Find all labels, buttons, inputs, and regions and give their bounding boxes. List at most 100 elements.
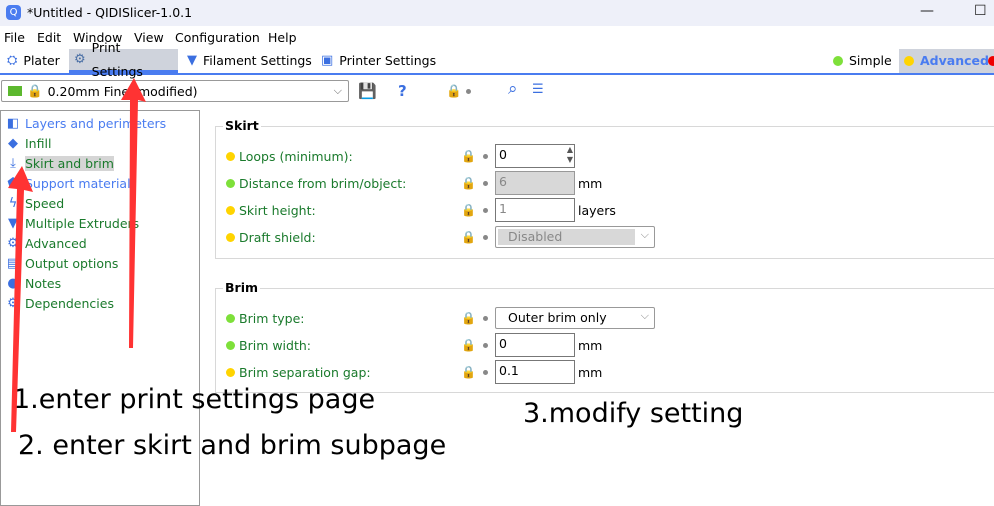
brim-width-row: Brim width: 🔒 0 mm [226, 333, 826, 357]
unit-label: layers [578, 202, 616, 218]
advanced-mode-icon [226, 151, 235, 161]
brim-width-input[interactable]: 0 [495, 333, 575, 357]
print-preset-dropdown[interactable]: 🔒 0.20mm Fine (modified) ⌵ [1, 80, 349, 102]
brim-type-row: Brim type: 🔒 Outer brim only ⌵ [226, 306, 826, 330]
sidebar-item-dependencies[interactable]: ⚙ Dependencies [6, 294, 114, 312]
chevron-down-icon: ⌵ [333, 84, 342, 97]
expert-mode-icon[interactable] [988, 56, 994, 66]
field-value: Disabled [508, 229, 563, 244]
sidebar-item-speed[interactable]: ϟ Speed [6, 194, 64, 212]
extruder-icon: ▼ [8, 215, 18, 231]
mode-label: Simple [849, 53, 892, 68]
lock-icon[interactable]: 🔒 [461, 176, 476, 190]
field-label: Brim width: [239, 337, 312, 353]
maximize-button[interactable]: ☐ [974, 3, 987, 19]
sidebar-label: Output options [25, 255, 119, 271]
chevron-down-icon: ⌵ [640, 309, 649, 322]
layers-icon: ◧ [6, 115, 20, 131]
annotation-step1: 1.enter print settings page [13, 384, 376, 415]
tab-label: Filament Settings [203, 53, 312, 68]
sidebar-label: Dependencies [25, 295, 114, 311]
menu-file[interactable]: File [4, 30, 25, 45]
help-preset-icon[interactable]: ? [398, 82, 407, 100]
sidebar-item-layers[interactable]: ◧ Layers and perimeters [6, 114, 166, 132]
draft-shield-dropdown[interactable]: Disabled ⌵ [495, 226, 655, 248]
lock-icon[interactable]: 🔒 [461, 203, 476, 217]
compare-presets-icon[interactable]: ☰ [532, 82, 544, 97]
mode-simple-button[interactable]: Simple [828, 49, 897, 73]
dot-icon[interactable] [483, 315, 488, 321]
sidebar-item-skirt-brim[interactable]: ⤓ Skirt and brim [6, 154, 114, 172]
lock-icon[interactable]: 🔒 [461, 365, 476, 379]
sidebar-label: Support material [25, 175, 131, 191]
support-icon: ⬟ [7, 175, 19, 191]
qidi-logo-icon: Q [6, 5, 21, 20]
menu-help[interactable]: Help [268, 30, 297, 45]
dot-icon[interactable] [483, 342, 488, 348]
dot-icon[interactable] [483, 369, 488, 375]
field-value: 0 [499, 147, 507, 162]
preset-toolbar: 🔒 0.20mm Fine (modified) ⌵ 💾 ? 🔒 ⌕ ☰ [0, 78, 994, 106]
spin-arrows-icon[interactable]: ▲ ▼ [567, 145, 573, 165]
advanced-icon: ⚙ [7, 235, 19, 251]
lock-legend-icon[interactable]: 🔒 [446, 83, 462, 99]
annotation-step3: 3.modify setting [523, 398, 744, 429]
output-icon: ▤ [6, 255, 20, 271]
sidebar-item-advanced[interactable]: ⚙ Advanced [6, 234, 87, 252]
field-value: Outer brim only [508, 310, 607, 325]
lock-icon[interactable]: 🔒 [461, 230, 476, 244]
save-preset-icon[interactable]: 💾 [358, 82, 377, 100]
tab-label: Printer Settings [339, 53, 437, 68]
search-icon[interactable]: ⌕ [508, 79, 518, 99]
dot-icon[interactable] [483, 234, 488, 240]
sidebar-item-output[interactable]: ▤ Output options [6, 254, 119, 272]
sidebar-item-extruders[interactable]: ▼ Multiple Extruders [6, 214, 139, 232]
loops-input[interactable]: 0 ▲ ▼ [495, 144, 575, 168]
unit-label: mm [578, 337, 603, 353]
skirt-height-input[interactable]: 1 [495, 198, 575, 222]
loops-row: Loops (minimum): 🔒 0 ▲ ▼ [226, 144, 826, 168]
advanced-mode-icon [226, 367, 235, 377]
sidebar-label: Infill [25, 135, 52, 151]
simple-mode-icon [226, 340, 235, 350]
simple-mode-icon [226, 178, 235, 188]
dot-icon[interactable] [483, 207, 488, 213]
field-label: Loops (minimum): [239, 148, 353, 164]
advanced-mode-icon [226, 232, 235, 242]
sidebar-label: Advanced [25, 235, 87, 251]
tab-printer-settings[interactable]: ▣ Printer Settings [316, 49, 441, 73]
brim-type-dropdown[interactable]: Outer brim only ⌵ [495, 307, 655, 329]
dot-legend-icon[interactable] [466, 89, 471, 94]
lock-icon[interactable]: 🔒 [461, 149, 476, 163]
sidebar-item-support[interactable]: ⬟ Support material [6, 174, 131, 192]
title-bar: Q *Untitled - QIDISlicer-1.0.1 — ☐ [0, 0, 994, 26]
menu-edit[interactable]: Edit [37, 30, 61, 45]
lock-icon[interactable]: 🔒 [461, 311, 476, 325]
sidebar-label: Speed [25, 195, 65, 211]
dot-icon[interactable] [483, 153, 488, 159]
sidebar-label: Skirt and brim [25, 155, 114, 171]
lock-icon[interactable]: 🔒 [461, 338, 476, 352]
field-label: Brim type: [239, 310, 305, 326]
menu-configuration[interactable]: Configuration [175, 30, 260, 45]
dot-icon[interactable] [483, 180, 488, 186]
sidebar-label: Layers and perimeters [25, 115, 167, 131]
sidebar-item-notes[interactable]: ● Notes [6, 274, 61, 292]
tab-label: Print Settings [91, 39, 143, 79]
filament-icon: ▼ [187, 53, 197, 68]
compatible-flag-icon [8, 86, 22, 96]
skirt-icon: ⤓ [10, 155, 16, 171]
mode-advanced-button[interactable]: Advanced [899, 49, 994, 73]
distance-input[interactable]: 6 [495, 171, 575, 195]
brim-gap-input[interactable]: 0.1 [495, 360, 575, 384]
tab-print-settings[interactable]: ⚙ Print Settings [69, 40, 178, 79]
gear-icon: ⚙ [74, 51, 86, 67]
sidebar-item-infill[interactable]: ◆ Infill [6, 134, 51, 152]
minimize-button[interactable]: — [920, 3, 934, 19]
tab-plater[interactable]: ⛭ Plater [2, 49, 65, 73]
tab-bar: ⛭ Plater ⚙ Print Settings ▼ Filament Settin… [0, 40, 994, 79]
unit-label: mm [578, 175, 603, 191]
printer-icon: ▣ [321, 53, 334, 68]
tab-filament-settings[interactable]: ▼ Filament Settings [182, 49, 317, 73]
advanced-mode-icon [904, 56, 914, 66]
